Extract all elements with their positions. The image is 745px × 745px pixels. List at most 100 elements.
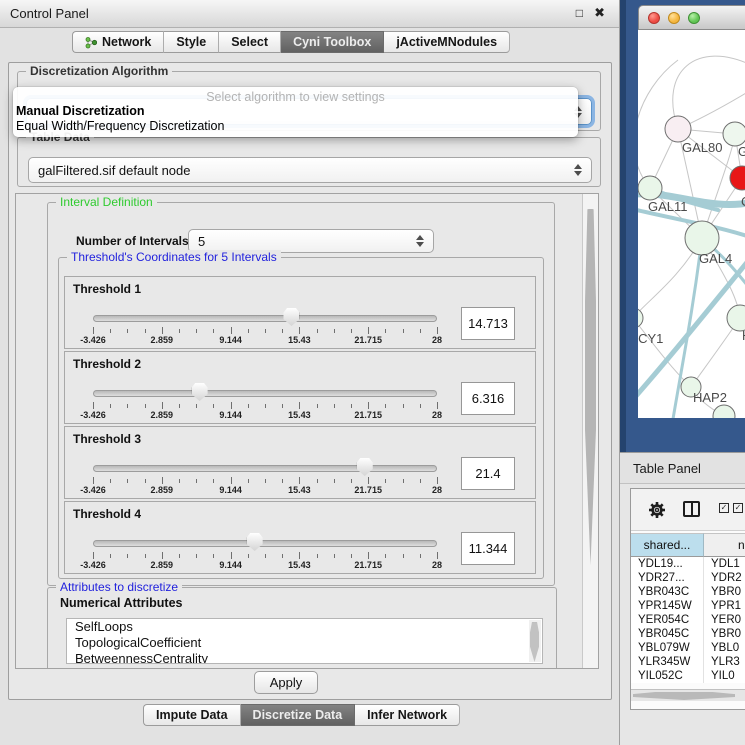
attribute-list-item[interactable]: SelfLoops [67,619,542,635]
network-node[interactable] [685,221,719,255]
slider-track[interactable] [93,465,437,472]
network-canvas[interactable]: GAL80G.CGAL11GAL4GCY1HHAP2 [638,30,745,418]
window-zoom-icon[interactable] [688,12,700,24]
tick-mark [265,554,266,558]
threshold-slider[interactable] [93,458,437,476]
column-header-shared-name[interactable]: shared... [631,533,704,557]
tick-mark [334,554,335,558]
slider-scale: -3.4262.8599.14415.4321.71528 [93,552,437,572]
tick-label: 28 [432,485,442,495]
tick-mark [299,327,300,334]
network-node[interactable] [730,166,745,190]
tick-label: 28 [432,410,442,420]
tick-mark [265,404,266,408]
tick-mark [385,479,386,483]
scrollbar-thumb[interactable] [633,692,735,700]
float-window-icon[interactable]: □ [576,6,583,20]
tick-mark [282,554,283,558]
slider-track[interactable] [93,315,437,322]
numerical-attributes-list[interactable]: SelfLoopsTopologicalCoefficientBetweenne… [66,618,543,664]
threshold-value-field[interactable]: 14.713 [461,307,515,340]
tab-jactivemnodules[interactable]: jActiveMNodules [384,31,510,53]
table-row[interactable]: YIL052CYIL0 [631,669,745,683]
tab-discretize-data[interactable]: Discretize Data [241,704,356,726]
tick-label: 21.715 [354,560,382,570]
list-scrollbar[interactable] [529,620,541,662]
tab-cyni-toolbox[interactable]: Cyni Toolbox [281,31,384,53]
network-node[interactable] [665,116,691,142]
network-node[interactable] [723,122,745,146]
table-row[interactable]: YPR145WYPR1 [631,599,745,613]
tick-mark [299,552,300,559]
slider-track[interactable] [93,390,437,397]
columns-icon[interactable] [683,501,700,517]
tick-label: 15.43 [288,560,311,570]
gear-icon[interactable] [647,500,667,520]
scrollbar-thumb[interactable] [530,622,539,662]
tab-style[interactable]: Style [164,31,219,53]
slider-thumb[interactable] [192,383,208,401]
threshold-slider[interactable] [93,308,437,326]
network-node[interactable] [638,176,662,200]
tick-mark [317,404,318,408]
threshold-slider[interactable] [93,383,437,401]
slider-track[interactable] [93,540,437,547]
tick-mark [351,479,352,483]
checkbox-icon[interactable]: ✓ [719,503,729,513]
tab-label: Network [102,35,151,49]
close-icon[interactable]: ✖ [594,5,605,21]
threshold-value-field[interactable]: 11.344 [461,532,515,565]
tick-mark [368,552,369,559]
attribute-list-item[interactable]: BetweennessCentrality [67,651,542,664]
table-row[interactable]: YDL19...YDL1 [631,557,745,571]
network-node[interactable] [713,405,735,418]
tick-label: 2.859 [151,335,174,345]
attribute-list-item[interactable]: TopologicalCoefficient [67,635,542,651]
tick-mark [265,479,266,483]
tick-mark [145,554,146,558]
table-row[interactable]: YER054CYER0 [631,613,745,627]
tab-network[interactable]: Network [72,31,164,53]
tab-infer-network[interactable]: Infer Network [355,704,460,726]
slider-thumb[interactable] [283,308,299,326]
column-header-name[interactable]: n [704,533,745,557]
discretization-algorithm-label: Discretization Algorithm [26,64,172,78]
cell-name: YPR1 [704,599,745,613]
table-row[interactable]: YBR043CYBR0 [631,585,745,599]
slider-thumb[interactable] [247,533,263,551]
interval-definition-label: Interval Definition [56,195,157,209]
scrollbar-thumb[interactable] [585,209,596,565]
horizontal-scrollbar[interactable] [631,689,745,701]
checkbox-icon[interactable]: ✓ [733,503,743,513]
dropdown-option-equal-width[interactable]: Equal Width/Frequency Discretization [16,119,224,133]
tab-impute-data[interactable]: Impute Data [143,704,241,726]
network-graph: GAL80G.CGAL11GAL4GCY1HHAP2 [638,30,745,418]
cell-name: YDL1 [704,557,745,571]
network-node[interactable] [638,308,643,328]
table-rows: YDL19...YDL1YDR27...YDR2YBR043CYBR0YPR14… [631,557,745,683]
table-row[interactable]: YBR045CYBR0 [631,627,745,641]
tick-mark [248,404,249,408]
cell-shared-name: YBR043C [631,585,704,599]
slider-thumb[interactable] [357,458,373,476]
table-row[interactable]: YLR345WYLR3 [631,655,745,669]
tab-select[interactable]: Select [219,31,281,53]
window-minimize-icon[interactable] [668,12,680,24]
cell-name: YLR3 [704,655,745,669]
table-row[interactable]: YDR27...YDR2 [631,571,745,585]
tick-label: 2.859 [151,560,174,570]
threshold-slider[interactable] [93,533,437,551]
threshold-value-field[interactable]: 21.4 [461,457,515,490]
apply-button[interactable]: Apply [254,671,318,694]
threshold-panel: Threshold 4-3.4262.8599.14415.4321.71528… [64,501,536,574]
vertical-scrollbar[interactable] [582,194,598,668]
dropdown-option-manual[interactable]: Manual Discretization [16,104,145,118]
window-close-icon[interactable] [648,12,660,24]
network-node-label: G. [738,144,745,159]
tick-mark [282,479,283,483]
threshold-value-field[interactable]: 6.316 [461,382,515,415]
table-row[interactable]: YBL079WYBL0 [631,641,745,655]
cell-shared-name: YDR27... [631,571,704,585]
table-data-combobox[interactable]: galFiltered.sif default node [28,157,592,183]
dropdown-hint-item[interactable]: Select algorithm to view settings [13,90,578,104]
